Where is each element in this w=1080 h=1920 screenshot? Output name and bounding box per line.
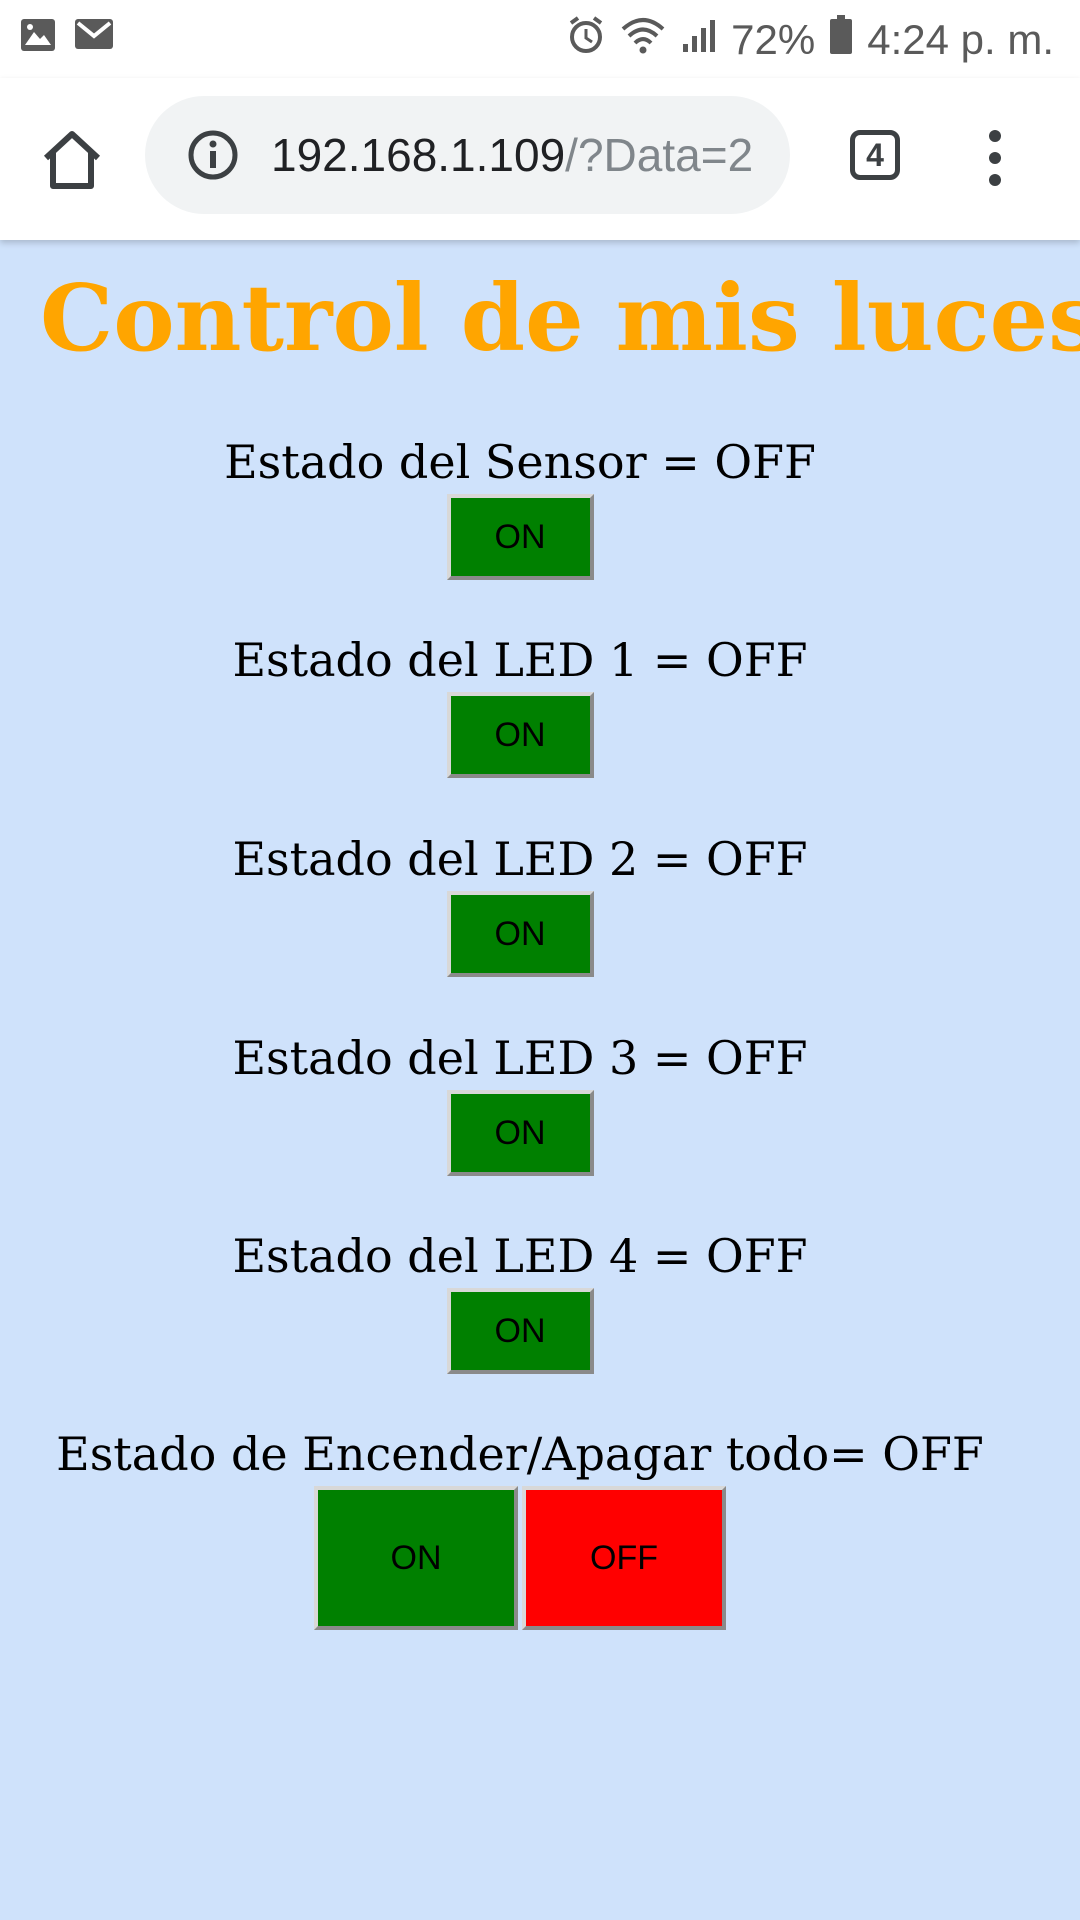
- more-vertical-icon: [989, 130, 1001, 186]
- info-icon[interactable]: [187, 129, 239, 181]
- led2-control: Estado del LED 2 = OFF ON: [0, 831, 1040, 977]
- led4-on-button[interactable]: ON: [446, 1288, 594, 1374]
- page-title: Control de mis luces: [40, 264, 1080, 372]
- menu-button[interactable]: [980, 122, 1010, 194]
- home-button[interactable]: [38, 126, 106, 194]
- status-bar: 72% 4:24 p. m.: [0, 0, 1080, 78]
- system-icons: 72% 4:24 p. m.: [567, 10, 1054, 70]
- url-path: /?Data=2: [565, 129, 754, 181]
- url-text[interactable]: 192.168.1.109/?Data=2: [271, 96, 771, 214]
- mail-notification-icon: [74, 18, 114, 57]
- battery-percent: 72%: [731, 16, 816, 63]
- led4-control: Estado del LED 4 = OFF ON: [0, 1228, 1040, 1374]
- image-notification-icon: [20, 18, 56, 57]
- clock: 4:24 p. m.: [867, 16, 1054, 63]
- notification-icons: [20, 18, 114, 57]
- all-lights-control: Estado de Encender/Apagar todo= OFF ON O…: [0, 1426, 1040, 1630]
- web-content: Control de mis luces Estado del Sensor =…: [0, 240, 1080, 1920]
- led1-status-label: Estado del LED 1 = OFF: [232, 633, 808, 687]
- led3-on-button[interactable]: ON: [446, 1090, 594, 1176]
- led3-control: Estado del LED 3 = OFF ON: [0, 1030, 1040, 1176]
- wifi-icon: [619, 15, 667, 65]
- led1-on-button[interactable]: ON: [446, 692, 594, 778]
- all-lights-status-label: Estado de Encender/Apagar todo= OFF: [56, 1427, 984, 1481]
- all-on-button[interactable]: ON: [314, 1486, 518, 1630]
- battery-icon: [829, 15, 853, 65]
- home-icon: [43, 131, 101, 189]
- url-host: 192.168.1.109: [271, 129, 566, 181]
- sensor-status-label: Estado del Sensor = OFF: [224, 435, 816, 489]
- led2-on-button[interactable]: ON: [446, 891, 594, 977]
- sensor-on-button[interactable]: ON: [446, 494, 594, 580]
- browser-toolbar: 192.168.1.109/?Data=2 4: [0, 78, 1080, 240]
- led2-status-label: Estado del LED 2 = OFF: [232, 832, 808, 886]
- sensor-control: Estado del Sensor = OFF ON: [0, 434, 1040, 580]
- alarm-icon: [567, 15, 605, 65]
- led3-status-label: Estado del LED 3 = OFF: [232, 1031, 808, 1085]
- signal-icon: [681, 16, 717, 64]
- led4-status-label: Estado del LED 4 = OFF: [232, 1229, 808, 1283]
- led1-control: Estado del LED 1 = OFF ON: [0, 632, 1040, 778]
- address-bar[interactable]: 192.168.1.109/?Data=2: [145, 96, 790, 214]
- tab-switcher-button[interactable]: 4: [850, 130, 900, 180]
- all-off-button[interactable]: OFF: [522, 1486, 726, 1630]
